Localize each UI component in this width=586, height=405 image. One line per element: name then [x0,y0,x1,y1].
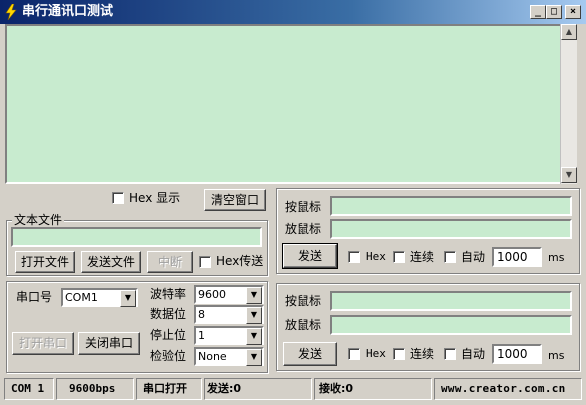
open-port-button[interactable]: 打开串口 [12,332,74,355]
send-button-2[interactable]: 发送 [283,342,337,366]
press-mouse-input-2[interactable] [330,291,572,311]
port-select[interactable]: COM1 ▼ [61,288,138,307]
chevron-down-icon[interactable]: ▼ [246,349,262,366]
hex-label-1: Hex [366,250,386,263]
baud-value: 9600 [198,288,226,301]
interval-input-1[interactable]: 1000 [492,247,542,267]
minimize-button[interactable]: _ [530,5,546,19]
chevron-down-icon[interactable]: ▼ [246,328,262,345]
status-port-state: 串口打开 [136,378,202,400]
arrow-down-icon[interactable]: ▼ [561,167,577,183]
baud-select[interactable]: 9600 ▼ [194,285,264,304]
press-mouse-label-1: 按鼠标 [285,200,322,214]
release-mouse-label-1: 放鼠标 [285,222,322,236]
chevron-down-icon[interactable]: ▼ [246,307,262,324]
data-bits-select[interactable]: 8 ▼ [194,305,264,324]
arrow-up-icon[interactable]: ▲ [561,24,577,40]
port-label: 串口号 [16,290,53,304]
close-button[interactable]: × [565,5,581,19]
status-website: www.creator.com.cn [434,378,582,400]
close-port-button[interactable]: 关闭串口 [78,332,140,355]
status-sent: 发送:0 [204,378,312,400]
parity-label: 检验位 [150,349,187,363]
status-received: 接收:0 [314,378,432,400]
lightning-icon [4,3,18,21]
file-path-input[interactable] [11,227,262,247]
chevron-down-icon[interactable]: ▼ [246,287,262,304]
text-file-legend: 文本文件 [12,212,65,228]
continuous-label-2: 连续 [410,347,435,361]
release-mouse-label-2: 放鼠标 [285,318,322,332]
chevron-down-icon[interactable]: ▼ [120,290,136,307]
clear-window-button[interactable]: 清空窗口 [204,189,266,211]
hex-display-label: Hex 显示 [129,191,181,205]
port-value: COM1 [65,291,98,304]
unit-label-1: ms [548,251,565,264]
hex-checkbox-2[interactable] [348,348,360,360]
title-bar[interactable]: 串行通讯口测试 _ □ × [0,0,586,24]
continuous-checkbox-1[interactable] [393,251,405,263]
press-mouse-label-2: 按鼠标 [285,294,322,308]
data-bits-value: 8 [198,308,205,321]
continuous-label-1: 连续 [410,250,435,264]
unit-label-2: ms [548,349,565,362]
stop-bits-select[interactable]: 1 ▼ [194,326,264,345]
interrupt-button[interactable]: 中断 [147,251,193,273]
interval-input-2[interactable]: 1000 [492,344,542,364]
hex-label-2: Hex [366,347,386,360]
status-baud: 9600bps [56,378,134,400]
parity-value: None [198,350,227,363]
receive-textarea[interactable] [5,24,577,184]
baud-label: 波特率 [150,287,187,301]
send-file-button[interactable]: 发送文件 [81,251,141,273]
continuous-checkbox-2[interactable] [393,348,405,360]
parity-select[interactable]: None ▼ [194,347,264,366]
auto-label-2: 自动 [461,347,486,361]
hex-checkbox-1[interactable] [348,251,360,263]
open-file-button[interactable]: 打开文件 [15,251,75,273]
hex-transfer-label: Hex传送 [216,254,264,268]
release-mouse-input-2[interactable] [330,315,572,335]
data-bits-label: 数据位 [150,307,187,321]
stop-bits-value: 1 [198,329,205,342]
hex-display-checkbox[interactable] [112,192,124,204]
auto-checkbox-1[interactable] [444,251,456,263]
status-port: COM 1 [4,378,54,400]
auto-checkbox-2[interactable] [444,348,456,360]
stop-bits-label: 停止位 [150,328,187,342]
auto-label-1: 自动 [461,250,486,264]
window-title: 串行通讯口测试 [22,4,114,19]
send-button-1[interactable]: 发送 [282,243,338,269]
maximize-button[interactable]: □ [546,5,562,19]
hex-transfer-checkbox[interactable] [199,256,211,268]
release-mouse-input-1[interactable] [330,219,572,239]
press-mouse-input-1[interactable] [330,196,572,216]
vertical-scrollbar[interactable]: ▲ ▼ [560,24,577,184]
